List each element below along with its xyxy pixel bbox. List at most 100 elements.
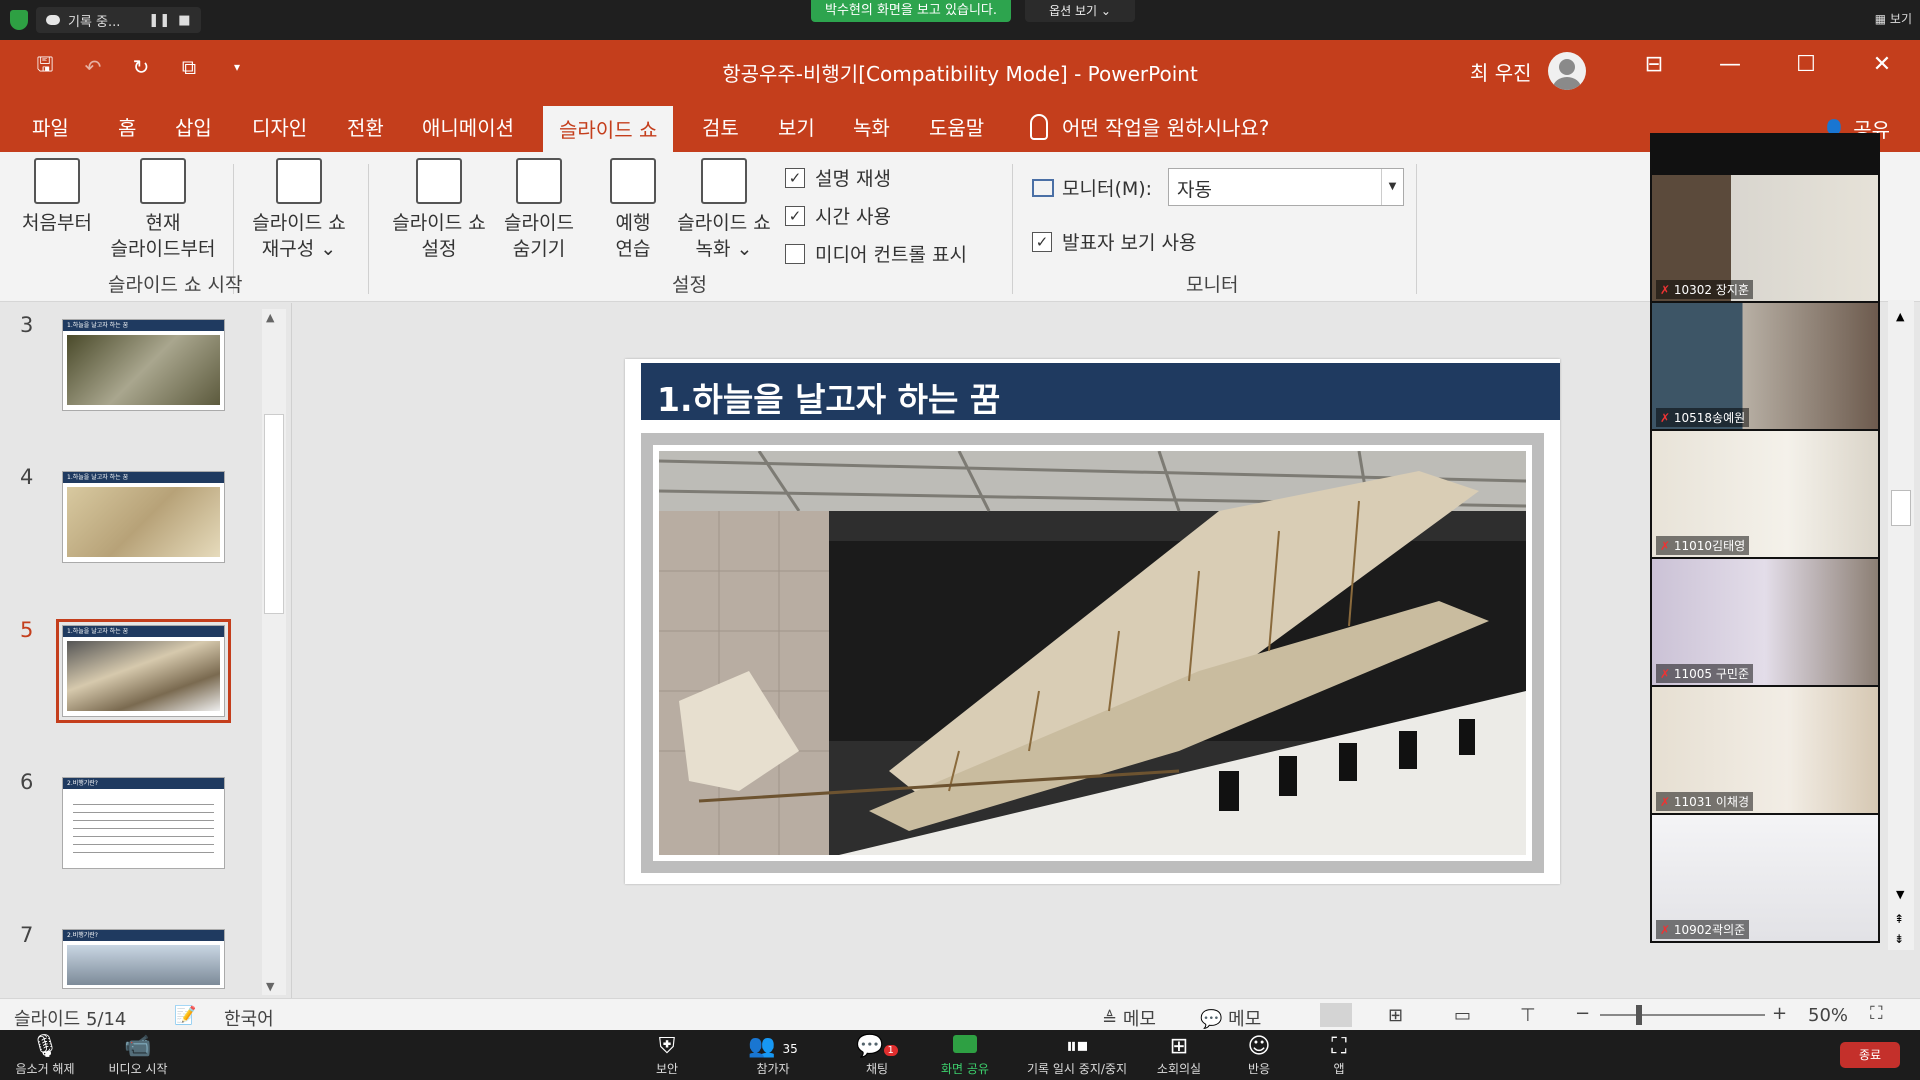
comments-button[interactable]: 💬 메모 (1200, 1005, 1261, 1031)
tab-transitions[interactable]: 전환 (347, 112, 384, 141)
view-button[interactable]: ▦ 보기 (1875, 10, 1912, 27)
slide-vertical-scrollbar[interactable]: ▲ ▼ ⇞ ⇟ (1888, 300, 1914, 950)
minimize-icon[interactable]: — (1712, 52, 1748, 77)
video-tile[interactable]: 10518송예원 (1652, 303, 1878, 429)
tab-animations[interactable]: 애니메이션 (422, 112, 514, 141)
use-timings-checkbox[interactable]: ✓ 시간 사용 (785, 202, 891, 229)
screen-share-banner: 박수현의 화면을 보고 있습니다. (811, 0, 1011, 22)
cloud-record-icon (46, 15, 60, 25)
group-label-start: 슬라이드 쇼 시작 (108, 274, 243, 296)
previous-slide-icon[interactable]: ⇞ (1894, 912, 1904, 926)
from-beginning-button[interactable]: 처음부터 (16, 158, 98, 236)
unmute-button[interactable]: 🎙 음소거 해제 (0, 1034, 90, 1077)
normal-view-icon[interactable] (1320, 1003, 1352, 1027)
stop-recording-icon[interactable]: ■ (178, 13, 190, 28)
avatar[interactable] (1547, 52, 1586, 90)
record-slideshow-button[interactable]: 슬라이드 쇼 녹화 ⌄ (668, 158, 780, 262)
slideshow-view-icon[interactable]: ⊤ (1520, 1005, 1536, 1026)
recording-label: 기록 중... (68, 14, 121, 30)
video-tile[interactable]: 10302 장지훈 (1652, 175, 1878, 301)
slide-thumbnail-6[interactable]: 2.비행기란? (62, 777, 225, 869)
zoom-slider[interactable] (1600, 1014, 1765, 1016)
slide-title[interactable]: 1.하늘을 날고자 하는 꿈 (641, 363, 1560, 420)
video-tile[interactable]: 10902곽의준 (1652, 815, 1878, 941)
hide-slide-icon (516, 158, 562, 204)
tab-file[interactable]: 파일 (32, 112, 69, 141)
encryption-shield-icon[interactable] (10, 10, 28, 30)
next-slide-icon[interactable]: ⇟ (1894, 932, 1904, 946)
thumb-number: 5 (20, 618, 34, 642)
apps-button[interactable]: ⛶ 앱 (1294, 1034, 1384, 1077)
end-meeting-button[interactable]: 종료 (1840, 1042, 1900, 1068)
video-tile[interactable]: 11005 구민준 (1652, 559, 1878, 685)
spell-check-icon[interactable]: 📝 (174, 1005, 196, 1026)
show-media-controls-checkbox[interactable]: 미디어 컨트롤 표시 (785, 240, 967, 267)
notes-button[interactable]: ≜ 메모 (1102, 1005, 1156, 1031)
language-indicator[interactable]: 한국어 (224, 1005, 274, 1031)
current-slide-icon (140, 158, 186, 204)
fit-to-window-icon[interactable]: ⛶ (1870, 1003, 1883, 1024)
share-screen-button[interactable]: 화면 공유 (920, 1034, 1010, 1077)
reactions-button[interactable]: ☺ 반응 (1214, 1034, 1304, 1077)
zoom-in-icon[interactable]: + (1772, 1003, 1787, 1024)
slide-picture-frame[interactable] (641, 433, 1544, 873)
tab-insert[interactable]: 삽입 (175, 112, 212, 141)
setup-slideshow-button[interactable]: 슬라이드 쇼 설정 (380, 158, 498, 262)
checkmark-icon: ✓ (785, 167, 805, 188)
slide-editing-area[interactable]: 1.하늘을 날고자 하는 꿈 (293, 303, 1653, 998)
user-account[interactable]: 최 우진 (1470, 52, 1586, 90)
reading-view-icon[interactable]: ▭ (1454, 1005, 1471, 1026)
zoom-slider-thumb[interactable] (1636, 1005, 1642, 1025)
wright-flyer-photo[interactable] (658, 450, 1527, 855)
scrollbar-thumb[interactable] (1891, 490, 1911, 526)
slide-thumbnail-5[interactable]: 1.하늘을 날고자 하는 꿈 (56, 619, 231, 723)
security-button[interactable]: ⛨ 보안 (622, 1034, 712, 1077)
view-options-button[interactable]: 옵션 보기 ⌄ (1025, 0, 1135, 22)
recording-indicator: 기록 중... ❚❚ ■ (36, 7, 201, 33)
scroll-down-icon[interactable]: ▼ (1896, 888, 1904, 901)
play-narrations-checkbox[interactable]: ✓ 설명 재생 (785, 164, 891, 191)
reactions-icon: ☺ (1247, 1034, 1271, 1059)
ribbon-tabs: 파일 홈 삽입 디자인 전환 애니메이션 슬라이드 쇼 검토 보기 녹화 도움말… (0, 102, 1920, 152)
rehearse-timings-button[interactable]: 예행 연습 (600, 158, 666, 262)
video-tile[interactable]: 11010김태영 (1652, 431, 1878, 557)
participants-button[interactable]: 👥 35 참가자 (728, 1034, 818, 1077)
slide-thumbnail-4[interactable]: 1.하늘을 날고자 하는 꿈 (62, 471, 225, 563)
chat-button[interactable]: 💬 1 채팅 (832, 1034, 922, 1077)
tab-record[interactable]: 녹화 (853, 112, 890, 141)
pause-recording-icon[interactable]: ❚❚ (148, 13, 170, 28)
scrollbar-thumb[interactable] (264, 414, 284, 614)
hide-slide-button[interactable]: 슬라이드 숨기기 (496, 158, 582, 262)
start-video-button[interactable]: 📹 비디오 시작 (93, 1034, 183, 1077)
tab-design[interactable]: 디자인 (252, 112, 307, 141)
zoom-out-icon[interactable]: − (1575, 1003, 1590, 1024)
stopwatch-icon (610, 158, 656, 204)
chevron-down-icon[interactable]: ▼ (1381, 169, 1403, 205)
presenter-view-checkbox[interactable]: ✓ 발표자 보기 사용 (1032, 228, 1196, 255)
tab-home[interactable]: 홈 (118, 112, 136, 141)
scroll-up-icon[interactable]: ▲ (266, 311, 274, 324)
close-icon[interactable]: ✕ (1864, 52, 1900, 77)
maximize-icon[interactable]: ☐ (1788, 52, 1824, 77)
thumbnail-scrollbar[interactable]: ▲ ▼ (262, 309, 286, 995)
tell-me-search[interactable]: 어떤 작업을 원하시나요? (1030, 112, 1269, 141)
slide-thumbnail-3[interactable]: 1.하늘을 날고자 하는 꿈 (62, 319, 225, 411)
tab-review[interactable]: 검토 (702, 112, 739, 141)
from-current-slide-button[interactable]: 현재 슬라이드부터 (102, 158, 224, 262)
tab-slideshow[interactable]: 슬라이드 쇼 (543, 106, 674, 152)
custom-slideshow-button[interactable]: 슬라이드 쇼 재구성 ⌄ (240, 158, 358, 262)
scroll-down-icon[interactable]: ▼ (266, 980, 274, 993)
tab-view[interactable]: 보기 (778, 112, 815, 141)
tab-help[interactable]: 도움말 (929, 112, 984, 141)
slide-thumbnail-7[interactable]: 2.비행기란? (62, 929, 225, 989)
video-tile[interactable]: 11031 이채경 (1652, 687, 1878, 813)
chat-icon: 💬 1 (832, 1034, 922, 1060)
scroll-up-icon[interactable]: ▲ (1896, 310, 1904, 323)
zoom-level[interactable]: 50% (1808, 1005, 1848, 1026)
current-slide[interactable]: 1.하늘을 날고자 하는 꿈 (625, 359, 1560, 884)
slide-sorter-icon[interactable]: ⊞ (1388, 1005, 1403, 1026)
ribbon-display-options-icon[interactable]: ⊟ (1636, 52, 1672, 77)
monitor-select[interactable]: 자동 ▼ (1168, 168, 1404, 206)
recording-controls[interactable]: ⏸⏹ 기록 일시 중지/중지 (1012, 1034, 1142, 1077)
breakout-rooms-button[interactable]: ⊞ 소회의실 (1134, 1034, 1224, 1077)
